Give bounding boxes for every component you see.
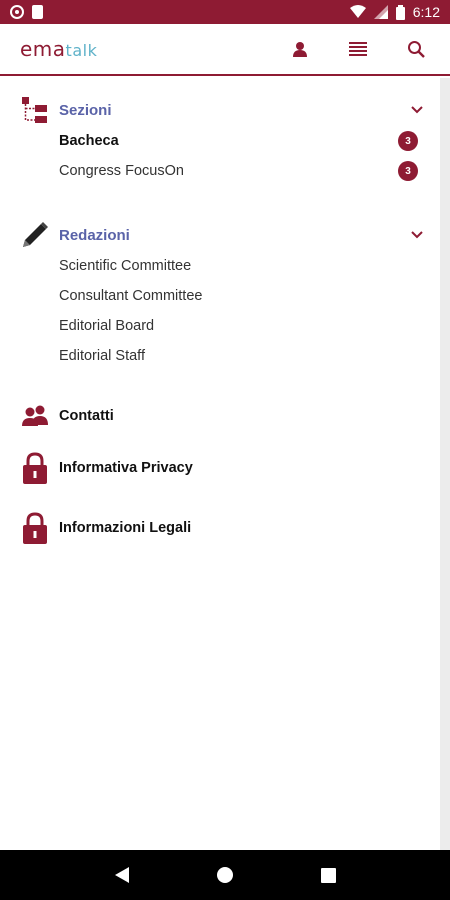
- app-header: ematalk: [0, 24, 450, 76]
- chevron-down-icon[interactable]: [409, 227, 425, 243]
- menu-item-label: Editorial Board: [59, 318, 155, 334]
- menu-item-congress-focuson[interactable]: Congress FocusOn 3: [20, 156, 425, 186]
- pencil-icon: [20, 220, 50, 250]
- back-icon[interactable]: [107, 860, 137, 890]
- count-badge: 3: [398, 131, 418, 151]
- menu-item-bacheca[interactable]: Bacheca 3: [20, 126, 425, 156]
- section-sezioni: Sezioni Bacheca 3 Congress FocusOn 3: [20, 94, 425, 186]
- lock-icon: [20, 452, 50, 484]
- contacts-icon: [20, 401, 50, 431]
- menu-item-label: Editorial Staff: [59, 348, 145, 364]
- system-nav-bar: [0, 850, 450, 900]
- menu-item-contatti[interactable]: Contatti: [20, 398, 425, 434]
- sitemap-icon: [20, 95, 50, 125]
- menu-item-editorial-board[interactable]: Editorial Board: [20, 311, 425, 341]
- battery-icon: [395, 4, 405, 20]
- menu-item-label: Scientific Committee: [59, 258, 192, 274]
- lock-icon: [20, 512, 50, 544]
- section-title: Sezioni: [59, 101, 112, 119]
- menu-item-consultant-committee[interactable]: Consultant Committee: [20, 281, 425, 311]
- signal-icon: [373, 5, 388, 19]
- home-icon[interactable]: [210, 860, 240, 890]
- logo-text-accent: talk: [65, 41, 98, 60]
- wifi-icon: [349, 5, 366, 18]
- menu-icon[interactable]: [344, 35, 372, 63]
- chevron-down-icon[interactable]: [409, 102, 425, 118]
- recents-icon[interactable]: [313, 860, 343, 890]
- menu-item-informativa-privacy[interactable]: Informativa Privacy: [20, 448, 425, 488]
- menu-item-label: Congress FocusOn: [59, 163, 184, 179]
- section-title: Redazioni: [59, 226, 130, 244]
- menu-item-informazioni-legali[interactable]: Informazioni Legali: [20, 508, 425, 548]
- menu-item-label: Bacheca: [59, 133, 119, 149]
- scrollbar[interactable]: [440, 78, 450, 850]
- menu-item-scientific-committee[interactable]: Scientific Committee: [20, 251, 425, 281]
- search-icon[interactable]: [402, 35, 430, 63]
- navigation-drawer: Sezioni Bacheca 3 Congress FocusOn 3 Red…: [0, 78, 440, 850]
- logo-text: ema: [20, 37, 66, 61]
- user-icon[interactable]: [286, 35, 314, 63]
- menu-item-label: Contatti: [59, 408, 114, 424]
- menu-item-label: Consultant Committee: [59, 288, 203, 304]
- count-badge: 3: [398, 161, 418, 181]
- clock: 6:12: [412, 4, 440, 20]
- menu-item-label: Informativa Privacy: [59, 460, 193, 476]
- sd-card-icon: [32, 5, 43, 19]
- notification-icon: [10, 5, 24, 19]
- menu-item-label: Informazioni Legali: [59, 520, 192, 536]
- section-header[interactable]: Sezioni: [20, 94, 425, 126]
- menu-item-editorial-staff[interactable]: Editorial Staff: [20, 341, 425, 371]
- app-logo[interactable]: ematalk: [20, 37, 97, 61]
- section-header[interactable]: Redazioni: [20, 219, 425, 251]
- status-bar: 6:12: [0, 0, 450, 24]
- section-redazioni: Redazioni Scientific Committee Consultan…: [20, 219, 425, 371]
